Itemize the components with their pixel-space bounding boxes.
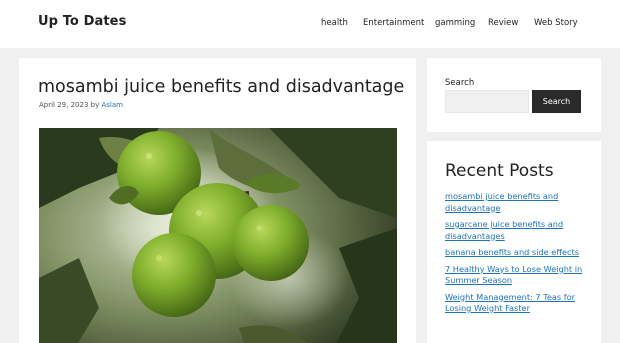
list-item: Weight Management: 7 Teas for Losing Wei… — [445, 292, 595, 315]
recent-post-link[interactable]: mosambi juice benefits and disadvantage — [445, 191, 595, 214]
search-widget-title: Search — [445, 78, 475, 88]
nav-item-review[interactable]: Review — [488, 18, 518, 28]
post-date: April 29, 2023 — [39, 101, 89, 109]
recent-post-link[interactable]: 7 Healthy Ways to Lose Weight in Summer … — [445, 264, 595, 287]
recent-posts-list: mosambi juice benefits and disadvantage … — [445, 191, 595, 320]
post-title: mosambi juice benefits and disadvantage — [38, 77, 405, 97]
list-item: 7 Healthy Ways to Lose Weight in Summer … — [445, 264, 595, 287]
nav-item-gamming[interactable]: gamming — [435, 18, 475, 28]
recent-post-link[interactable]: Weight Management: 7 Teas for Losing Wei… — [445, 292, 595, 315]
post-meta: April 29, 2023 by Aslam — [39, 101, 123, 109]
recent-posts-widget: Recent Posts mosambi juice benefits and … — [427, 141, 601, 343]
list-item: banana benefits and side effects — [445, 247, 595, 259]
recent-post-link[interactable]: banana benefits and side effects — [445, 247, 595, 259]
list-item: sugarcane juice benefits and disadvantag… — [445, 219, 595, 242]
post-author-link[interactable]: Aslam — [101, 101, 123, 109]
search-button[interactable]: Search — [532, 90, 581, 113]
search-input[interactable] — [445, 90, 529, 113]
site-header: Up To Dates health Entertainment gamming… — [0, 0, 620, 48]
post-by: by — [90, 101, 100, 109]
nav-item-web-story[interactable]: Web Story — [534, 18, 578, 28]
nav-item-entertainment[interactable]: Entertainment — [363, 18, 424, 28]
search-widget: Search Search — [427, 58, 601, 132]
featured-image-mosambi-fruits — [39, 128, 397, 343]
recent-posts-title: Recent Posts — [445, 161, 554, 181]
main-content: mosambi juice benefits and disadvantage … — [19, 58, 416, 343]
list-item: mosambi juice benefits and disadvantage — [445, 191, 595, 214]
nav-item-health[interactable]: health — [321, 18, 348, 28]
main-nav: health Entertainment gamming Review Web … — [0, 18, 620, 32]
featured-image — [39, 128, 397, 343]
recent-post-link[interactable]: sugarcane juice benefits and disadvantag… — [445, 219, 595, 242]
